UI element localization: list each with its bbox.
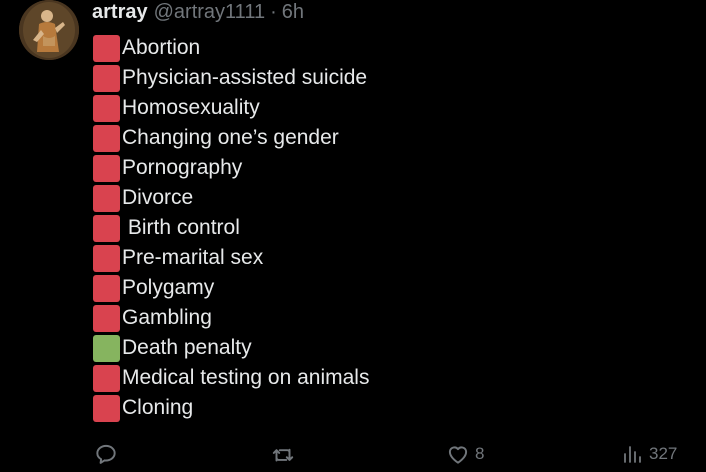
retweet-icon xyxy=(272,448,294,462)
list-item-label: Death penalty xyxy=(122,336,252,359)
tweet[interactable]: artray @artray1111 · 6h Abortion Physicia… xyxy=(0,0,706,472)
list-item-label: Medical testing on animals xyxy=(122,366,370,389)
list-item-label: Physician-assisted suicide xyxy=(122,66,368,89)
list-item: Death penalty xyxy=(93,333,369,363)
tweet-header: artray @artray1111 · 6h xyxy=(92,1,304,25)
red-square-icon xyxy=(93,34,120,62)
list-item-label: Pre-marital sex xyxy=(122,246,264,269)
list-item: Pre-marital sex xyxy=(93,243,369,273)
retweet-button[interactable] xyxy=(270,438,296,470)
avatar-image xyxy=(19,0,79,60)
red-square-icon xyxy=(93,64,120,92)
list-item-label: Abortion xyxy=(122,36,201,59)
red-square-icon xyxy=(93,304,120,332)
list-item-label: Homosexuality xyxy=(122,96,260,119)
list-item-label: Divorce xyxy=(122,186,194,209)
like-button[interactable]: 8 xyxy=(445,438,484,470)
list-item: Changing one’s gender xyxy=(93,123,369,153)
list-item-label: Pornography xyxy=(122,156,243,179)
separator-dot: · xyxy=(270,1,277,23)
list-item: Pornography xyxy=(93,153,369,183)
list-item-label: Changing one’s gender xyxy=(122,126,339,149)
views-button[interactable]: 327 xyxy=(621,438,677,470)
red-square-icon xyxy=(93,124,120,152)
red-square-icon xyxy=(93,184,120,212)
user-handle[interactable]: @artray1111 xyxy=(154,1,265,24)
list-item-label: Cloning xyxy=(122,396,194,419)
display-name[interactable]: artray xyxy=(92,1,148,24)
red-square-icon xyxy=(93,94,120,122)
list-item: Cloning xyxy=(93,393,369,423)
list-item: Birth control xyxy=(93,213,369,243)
like-count: 8 xyxy=(475,444,485,463)
list-item: Polygamy xyxy=(93,273,369,303)
list-item-label: Gambling xyxy=(122,306,212,329)
action-bar: 8 327 xyxy=(0,438,706,470)
reply-button[interactable] xyxy=(93,438,119,470)
list-item: Divorce xyxy=(93,183,369,213)
red-square-icon xyxy=(93,394,120,422)
views-count: 327 xyxy=(649,444,678,463)
red-square-icon xyxy=(93,154,120,182)
heart-icon xyxy=(448,446,468,464)
views-chart-icon xyxy=(624,446,641,463)
list-item-label: Birth control xyxy=(122,216,240,239)
list-item: Medical testing on animals xyxy=(93,363,369,393)
list-item: Physician-assisted suicide xyxy=(93,63,369,93)
red-square-icon xyxy=(93,274,120,302)
red-square-icon xyxy=(93,364,120,392)
green-square-icon xyxy=(93,334,120,362)
red-square-icon xyxy=(93,214,120,242)
list-item: Abortion xyxy=(93,33,369,63)
list-item: Gambling xyxy=(93,303,369,333)
timestamp[interactable]: 6h xyxy=(282,1,304,24)
tweet-text-list: Abortion Physician-assisted suicide Homose… xyxy=(93,33,369,423)
avatar[interactable] xyxy=(19,0,79,60)
reply-icon xyxy=(96,444,116,464)
list-item: Homosexuality xyxy=(93,93,369,123)
red-square-icon xyxy=(93,244,120,272)
list-item-label: Polygamy xyxy=(122,276,215,299)
